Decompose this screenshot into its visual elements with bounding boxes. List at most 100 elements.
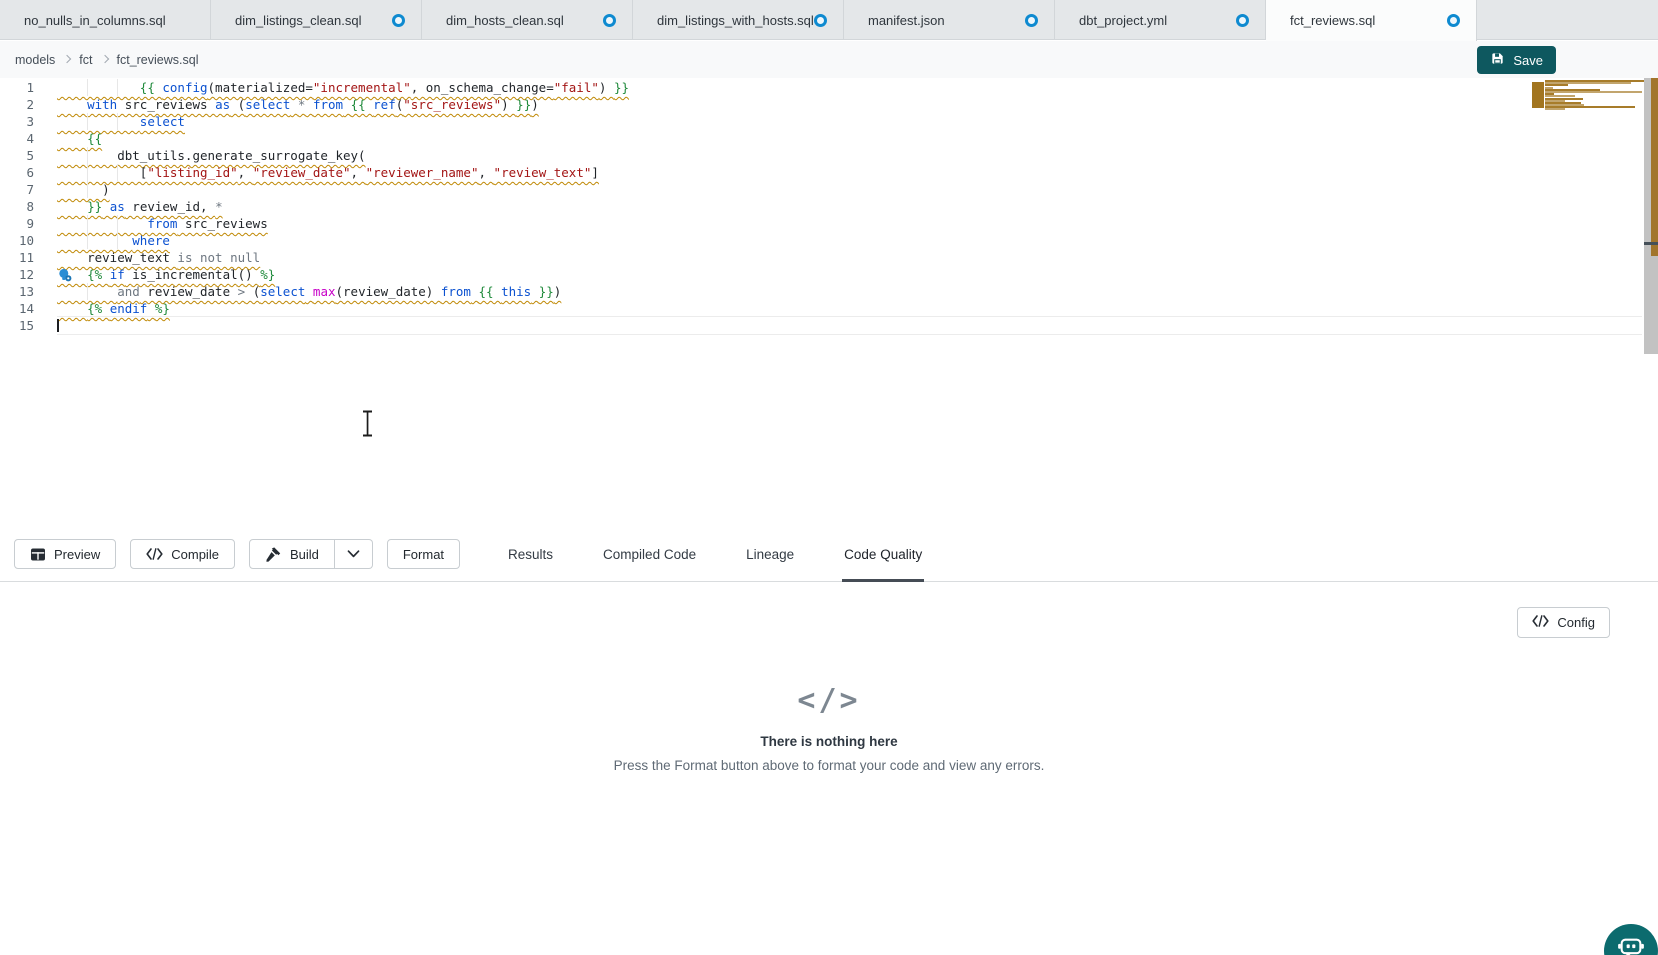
build-button[interactable]: Build [249,539,335,569]
code-token: %} [260,267,275,282]
button-label: Compile [171,547,219,562]
code-line-15[interactable] [57,317,1642,334]
code-token: this [501,284,531,299]
code-token [102,199,110,214]
warning-squiggle-span: {% endif %} [57,301,170,316]
compile-button[interactable]: Compile [130,539,235,569]
code-line-5[interactable]: dbt_utils.generate_surrogate_key( [57,147,1642,164]
indent-guide [117,164,118,181]
code-token: from [313,97,343,112]
minimap-lines [1545,80,1644,113]
code-token: ref [373,97,396,112]
code-line-7[interactable]: ) [57,181,1642,198]
code-line-2[interactable]: with src_reviews as (select * from {{ re… [57,96,1642,113]
indent-guide [117,215,118,232]
unsaved-changes-dot-icon [1236,14,1249,27]
code-line-12[interactable]: {% if is_incremental() %} [57,266,1642,283]
code-token: ) [501,97,516,112]
tab-manifest.json[interactable]: manifest.json [844,0,1055,40]
code-token: config [162,80,207,95]
indent-guide [87,283,88,300]
preview-button[interactable]: Preview [14,539,116,569]
code-line-11[interactable]: review_text is not null [57,249,1642,266]
warning-squiggle-span: from src_reviews [57,216,268,231]
minimap-line [1545,91,1642,93]
minimap-line [1545,108,1565,110]
code-token: ( [245,284,260,299]
breadcrumb-segment[interactable]: fct [79,53,92,67]
code-token: (materialized= [208,80,313,95]
line-number: 5 [0,147,34,164]
code-editor[interactable]: 123456789101112131415 {{ config(material… [0,78,1658,527]
indent-guide [87,79,88,96]
panel-tab-compiled-code[interactable]: Compiled Code [601,527,698,582]
indent-guide [117,113,118,130]
code-icon [1532,615,1549,630]
code-line-6[interactable]: ["listing_id", "review_date", "reviewer_… [57,164,1642,181]
format-button[interactable]: Format [387,539,460,569]
tab-label: no_nulls_in_columns.sql [24,13,166,28]
chevron-down-icon [347,550,360,558]
code-icon [146,548,163,560]
unsaved-changes-dot-icon [814,14,827,27]
code-token: src_reviews [177,216,267,231]
bottom-toolbar: Preview Compile Build Format Results Compile… [0,527,1658,582]
indent-guide [87,147,88,164]
line-number: 11 [0,249,34,266]
tab-fct_reviews.sql[interactable]: fct_reviews.sql [1266,0,1477,41]
code-line-10[interactable]: where [57,232,1642,249]
tab-dim_listings_with_hosts.sql[interactable]: dim_listings_with_hosts.sql [633,0,844,40]
code-line-1[interactable]: {{ config(materialized="incremental", on… [57,79,1642,96]
code-token: {% [87,267,110,282]
warning-squiggle-span: and review_date > (select max(review_dat… [57,284,561,299]
code-line-3[interactable]: select [57,113,1642,130]
code-token: as [215,97,230,112]
unsaved-changes-dot-icon [1025,14,1038,27]
minimap-warning-block [1532,82,1544,108]
save-button[interactable]: Save [1477,46,1556,74]
panel-tab-lineage[interactable]: Lineage [744,527,796,582]
text-caret [57,319,59,332]
breadcrumb-segment[interactable]: models [15,53,55,67]
code-token: , on_schema_change= [411,80,554,95]
code-token [305,284,313,299]
code-token: max [313,284,336,299]
code-token [147,301,155,316]
code-token [57,233,132,248]
code-line-9[interactable]: from src_reviews [57,215,1642,232]
code-line-4[interactable]: {{ [57,130,1642,147]
panel-tab-code-quality[interactable]: Code Quality [842,527,924,582]
code-token [343,97,351,112]
code-line-14[interactable]: {% endif %} [57,300,1642,317]
code-token: is not null [177,250,260,265]
code-token [57,131,87,146]
tab-dbt_project.yml[interactable]: dbt_project.yml [1055,0,1266,40]
code-token: ] [591,165,599,180]
code-token: }} [516,97,531,112]
warning-squiggle-span: {{ config(materialized="incremental", on… [57,80,629,95]
unsaved-changes-dot-icon [1447,14,1460,27]
code-token: from [441,284,471,299]
minimap[interactable] [1532,80,1644,116]
line-number: 2 [0,96,34,113]
code-content[interactable]: {{ config(materialized="incremental", on… [57,79,1642,334]
code-token: review_id, [125,199,215,214]
panel-tab-results[interactable]: Results [506,527,555,582]
config-button[interactable]: Config [1517,607,1610,638]
line-number: 7 [0,181,34,198]
dbt-ide-window: { "tabs": { "items": [ { "label": "no_nu… [0,0,1658,955]
code-token: {% [87,301,110,316]
build-dropdown-button[interactable] [335,539,373,569]
code-token: review_text [57,250,177,265]
code-line-8[interactable]: }} as review_id, * [57,198,1642,215]
breadcrumb-segment[interactable]: fct_reviews.sql [117,53,199,67]
code-line-13[interactable]: and review_date > (select max(review_dat… [57,283,1642,300]
code-token: "review_date" [253,165,351,180]
tab-no_nulls_in_columns.sql[interactable]: no_nulls_in_columns.sql [0,0,211,40]
tab-dim_listings_clean.sql[interactable]: dim_listings_clean.sql [211,0,422,40]
line-number: 1 [0,79,34,96]
code-token: {{ [351,97,374,112]
tab-dim_hosts_clean.sql[interactable]: dim_hosts_clean.sql [422,0,633,40]
warning-squiggle-span: {% if is_incremental() %} [57,267,275,282]
warning-squiggle-span: review_text is not null [57,250,260,265]
